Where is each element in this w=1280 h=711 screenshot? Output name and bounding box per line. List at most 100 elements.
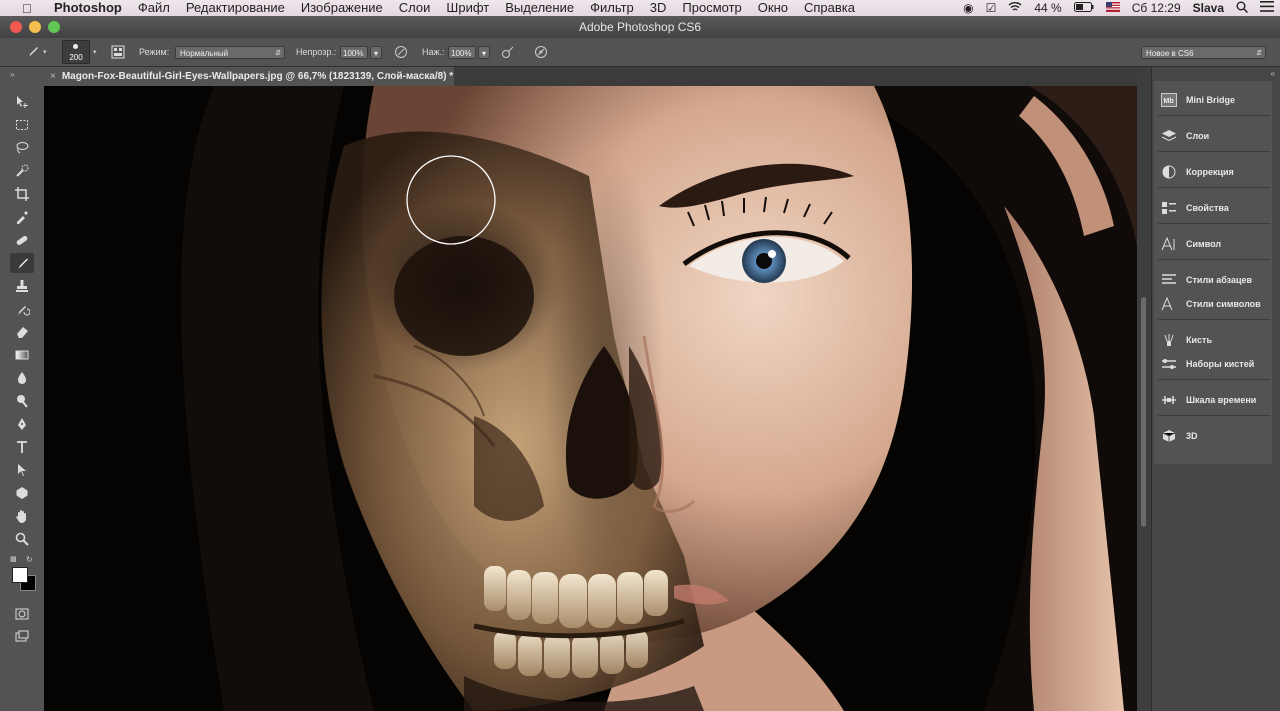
default-colors-icon[interactable]: ▩ [10, 555, 17, 563]
foreground-color-swatch[interactable] [12, 567, 28, 583]
brush-tool[interactable] [10, 253, 34, 273]
brush-icon [16, 258, 28, 269]
brush-panel-icon [110, 44, 126, 60]
pen-tool[interactable] [10, 414, 34, 434]
properties-icon [1160, 199, 1178, 217]
menu-window[interactable]: Окно [758, 0, 788, 16]
panel-label: Свойства [1186, 203, 1229, 213]
document-canvas[interactable] [44, 86, 1137, 711]
panel-label: 3D [1186, 431, 1198, 441]
panel-brush[interactable]: Кисть [1160, 329, 1212, 351]
window-title: Adobe Photoshop CS6 [578, 20, 702, 34]
menu-layers[interactable]: Слои [399, 0, 431, 16]
tool-preset-picker[interactable]: ▾ [24, 38, 47, 66]
brush-preview[interactable]: 200 [62, 40, 90, 64]
healing-brush-tool[interactable] [10, 230, 34, 250]
battery-icon[interactable] [1073, 1, 1094, 15]
menu-edit[interactable]: Редактирование [186, 0, 285, 16]
flow-slider-toggle[interactable]: ▾ [478, 45, 490, 59]
type-tool[interactable] [10, 437, 34, 457]
record-icon[interactable]: ◉ [963, 1, 973, 15]
spotlight-icon[interactable] [1236, 1, 1249, 16]
panel-label: Mini Bridge [1186, 95, 1235, 105]
menu-view[interactable]: Просмотр [682, 0, 741, 16]
chevron-updown-icon: ⇵ [275, 49, 281, 57]
pressure-size-toggle[interactable] [533, 38, 549, 66]
flow-input[interactable]: 100% [448, 45, 476, 59]
history-brush-icon [16, 306, 30, 316]
panel-timeline[interactable]: Шкала времени [1160, 389, 1256, 411]
mode-label: Режим: [139, 47, 170, 57]
clone-stamp-tool[interactable] [10, 276, 34, 296]
panel-character[interactable]: Символ [1160, 233, 1221, 255]
document-tab[interactable]: × Magon-Fox-Beautiful-Girl-Eyes-Wallpape… [44, 67, 454, 86]
flag-icon[interactable] [1105, 1, 1120, 15]
flow-value: 100% [451, 48, 472, 58]
menu-file[interactable]: Файл [138, 0, 170, 16]
collapse-panel-icon[interactable]: » [10, 70, 14, 79]
panel-paragraph-styles[interactable]: Стили абзацев [1160, 269, 1252, 291]
wifi-icon[interactable] [1008, 1, 1022, 15]
move-icon [17, 96, 28, 108]
path-selection-icon [18, 464, 26, 476]
dodge-tool[interactable] [10, 391, 34, 411]
opacity-input[interactable]: 100% [340, 45, 368, 59]
brush-panel-toggle[interactable] [110, 38, 126, 66]
gradient-tool[interactable] [10, 345, 34, 365]
crop-icon [15, 187, 29, 201]
eraser-tool[interactable] [10, 322, 34, 342]
panel-properties[interactable]: Свойства [1160, 197, 1229, 219]
menu-type[interactable]: Шрифт [446, 0, 489, 16]
workspace-value: Новое в CS6 [1146, 48, 1194, 58]
character-styles-icon [1160, 295, 1178, 313]
airbrush-toggle[interactable] [500, 38, 516, 66]
panel-label: Наборы кистей [1186, 359, 1255, 369]
history-brush-tool[interactable] [10, 299, 34, 319]
apple-icon[interactable]:  [22, 1, 40, 16]
move-tool[interactable] [10, 92, 34, 112]
swap-colors-icon[interactable]: ↻ [26, 555, 33, 564]
close-tab-icon[interactable]: × [50, 71, 56, 82]
pressure-opacity-toggle[interactable] [393, 38, 409, 66]
document-tab-title: Magon-Fox-Beautiful-Girl-Eyes-Wallpapers… [61, 71, 454, 82]
blend-mode-select[interactable]: Нормальный ⇵ [175, 45, 285, 59]
lasso-tool[interactable] [10, 138, 34, 158]
screen-mode-toggle[interactable] [10, 627, 34, 647]
hand-tool[interactable] [10, 506, 34, 526]
marquee-tool[interactable] [10, 115, 34, 135]
zoom-tool[interactable] [10, 529, 34, 549]
workspace-select[interactable]: Новое в CS6 ⇵ [1141, 45, 1266, 59]
panel-brush-presets[interactable]: Наборы кистей [1160, 353, 1254, 375]
opacity-slider-toggle[interactable]: ▾ [370, 45, 382, 59]
crop-tool[interactable] [10, 184, 34, 204]
canvas-vertical-scrollbar[interactable] [1137, 67, 1151, 711]
quick-selection-tool[interactable] [10, 161, 34, 181]
collapse-dock-icon[interactable]: « [1271, 69, 1275, 78]
clock[interactable]: Сб 12:29 [1132, 1, 1181, 15]
menu-select[interactable]: Выделение [505, 0, 574, 16]
panel-3d[interactable]: 3D [1160, 425, 1198, 447]
panel-layers[interactable]: Слои [1160, 125, 1209, 147]
panel-adjustments[interactable]: Коррекция [1160, 161, 1234, 183]
checkmark-icon[interactable]: ☑ [986, 1, 997, 15]
notification-center-icon[interactable] [1260, 1, 1274, 15]
scrollbar-thumb[interactable] [1141, 297, 1146, 527]
color-swatches: ▩ ↻ [10, 555, 40, 601]
panel-label: Шкала времени [1186, 395, 1257, 405]
adjustments-icon [1160, 163, 1178, 181]
flow-label: Наж.: [422, 47, 445, 57]
menu-image[interactable]: Изображение [301, 0, 383, 16]
brush-size-picker[interactable]: 200 ▾ [62, 38, 97, 66]
panel-character-styles[interactable]: Стили символов [1160, 293, 1261, 315]
user-name[interactable]: Slava [1193, 1, 1224, 15]
panel-mini-bridge[interactable]: Mb Mini Bridge [1160, 89, 1235, 111]
menu-filter[interactable]: Фильтр [590, 0, 634, 16]
blur-tool[interactable] [10, 368, 34, 388]
menu-3d[interactable]: 3D [650, 0, 667, 16]
shape-tool[interactable] [10, 483, 34, 503]
menu-app-photoshop[interactable]: Photoshop [54, 0, 122, 16]
menu-help[interactable]: Справка [804, 0, 855, 16]
path-selection-tool[interactable] [10, 460, 34, 480]
eyedropper-tool[interactable] [10, 207, 34, 227]
quick-mask-toggle[interactable] [10, 604, 34, 624]
